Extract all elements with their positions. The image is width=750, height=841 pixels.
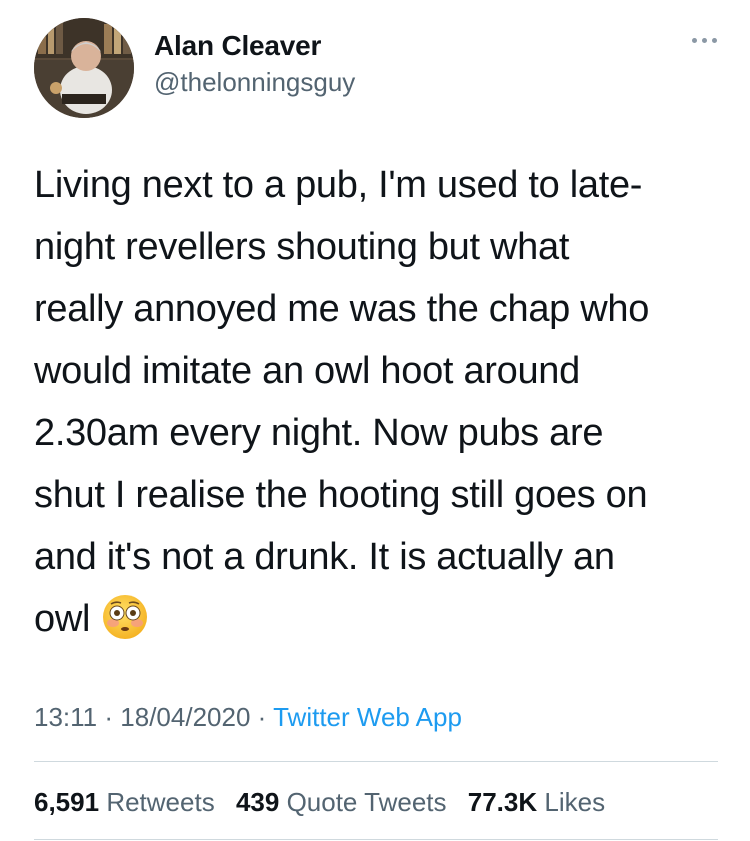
author-handle[interactable]: @thelonningsguy [154,65,355,99]
retweets-label: Retweets [106,787,215,817]
tweet-text: Living next to a pub, I'm used to late- … [34,154,734,650]
retweets-count: 6,591 [34,787,100,817]
separator: · [257,702,267,732]
divider [34,839,718,840]
separator: · [104,702,114,732]
tweet-meta: 13:11 · 18/04/2020 · Twitter Web App [34,700,462,734]
retweets-stat[interactable]: 6,591 Retweets [34,787,215,817]
tweet-line: owl [34,598,91,640]
quote-tweets-count: 439 [235,787,280,817]
likes-stat[interactable]: 77.3K Likes [468,787,605,817]
divider [34,761,718,762]
tweet-line: Living next to a pub, I'm used to late- [34,164,643,206]
tweet-line-last: owl [34,588,734,650]
flushed-face-emoji-icon [102,594,148,640]
tweet-line: shut I realise the hooting still goes on [34,474,648,516]
tweet-line: really annoyed me was the chap who [34,288,650,330]
tweet-source-link[interactable]: Twitter Web App [273,702,462,732]
avatar[interactable] [34,18,134,118]
tweet-line: 2.30am every night. Now pubs are [34,412,604,454]
tweet-stats: 6,591 Retweets 439 Quote Tweets 77.3K Li… [34,785,619,819]
quote-tweets-label: Quote Tweets [286,787,447,817]
more-options-icon[interactable] [690,34,720,46]
tweet-header: Alan Cleaver @thelonningsguy [34,12,724,118]
quote-tweets-stat[interactable]: 439 Quote Tweets [236,787,447,817]
tweet-time[interactable]: 13:11 [34,702,97,732]
tweet-line: and it's not a drunk. It is actually an [34,536,615,578]
likes-count: 77.3K [467,787,538,817]
tweet-line: night revellers shouting but what [34,226,570,268]
tweet-line: would imitate an owl hoot around [34,350,580,392]
author-name[interactable]: Alan Cleaver [154,29,355,63]
tweet-date[interactable]: 18/04/2020 [120,702,250,732]
profile-photo-icon [34,18,134,118]
likes-label: Likes [544,787,606,817]
